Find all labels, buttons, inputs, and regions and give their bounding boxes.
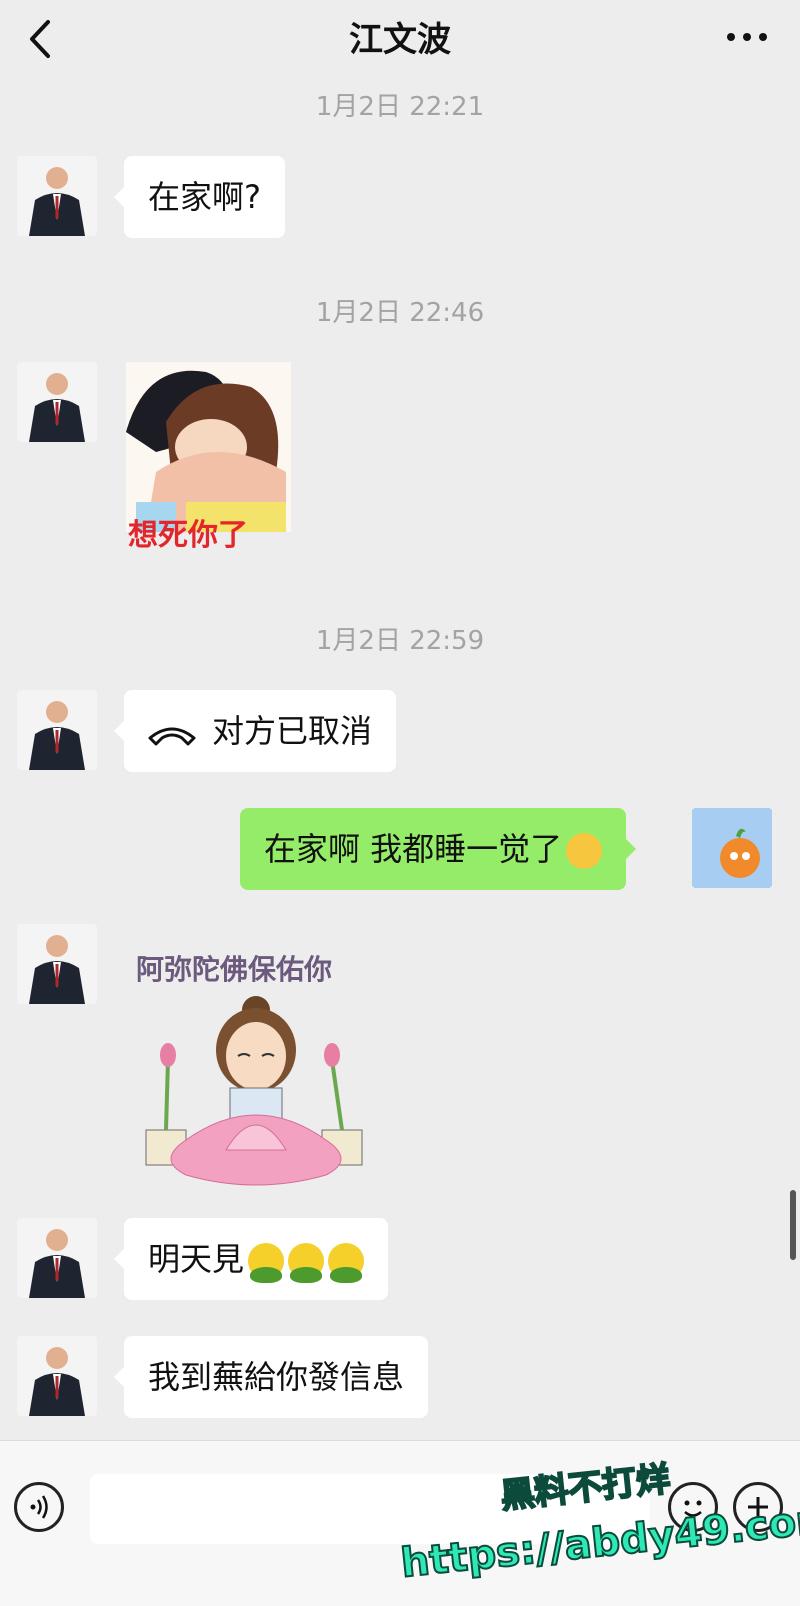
avatar[interactable] [17,924,97,1004]
sticker-caption: 阿弥陀佛保佑你 [136,953,333,986]
sticker-caption: 想死你了 [128,518,248,553]
my-avatar[interactable] [692,808,772,888]
voice-button[interactable] [14,1482,64,1532]
message-text: 明天見 [148,1240,245,1278]
voice-icon [30,1495,48,1519]
sprout-emoji-icon [288,1243,325,1283]
avatar[interactable] [17,690,97,770]
more-button[interactable] [722,22,772,52]
call-status-text: 对方已取消 [212,712,373,750]
sprout-emoji-icon [248,1243,285,1283]
avatar[interactable] [17,362,97,442]
scrollbar[interactable] [790,1190,796,1260]
call-record-bubble[interactable]: 对方已取消 [113,690,397,772]
sticker-buddha[interactable] [126,990,386,1200]
message-bubble[interactable]: 在家啊? [114,156,285,238]
timestamp: 1月2日 22:59 [315,626,485,656]
my-message-text: 在家啊 我都睡一觉了 [264,830,563,868]
avatar[interactable] [17,1218,97,1298]
sticker-image [126,362,291,532]
message-bubble[interactable]: 明天見 [113,1218,389,1300]
sticker-image [145,996,363,1186]
more-icon [727,33,767,41]
laughing-emoji-icon [566,833,603,869]
message-bubble[interactable]: 我到蕪給你發信息 [113,1336,429,1418]
sticker-hug[interactable]: 想死你了 [126,362,291,572]
timestamp: 1月2日 22:21 [315,92,485,122]
phone-hangup-icon [148,727,196,746]
avatar[interactable] [17,1336,97,1416]
timestamp: 1月2日 22:46 [315,298,485,328]
chat-title: 江文波 [349,20,451,60]
sprout-emoji-icon [328,1243,365,1283]
my-message-bubble[interactable]: 在家啊 我都睡一觉了 [240,808,637,890]
avatar[interactable] [17,156,97,236]
